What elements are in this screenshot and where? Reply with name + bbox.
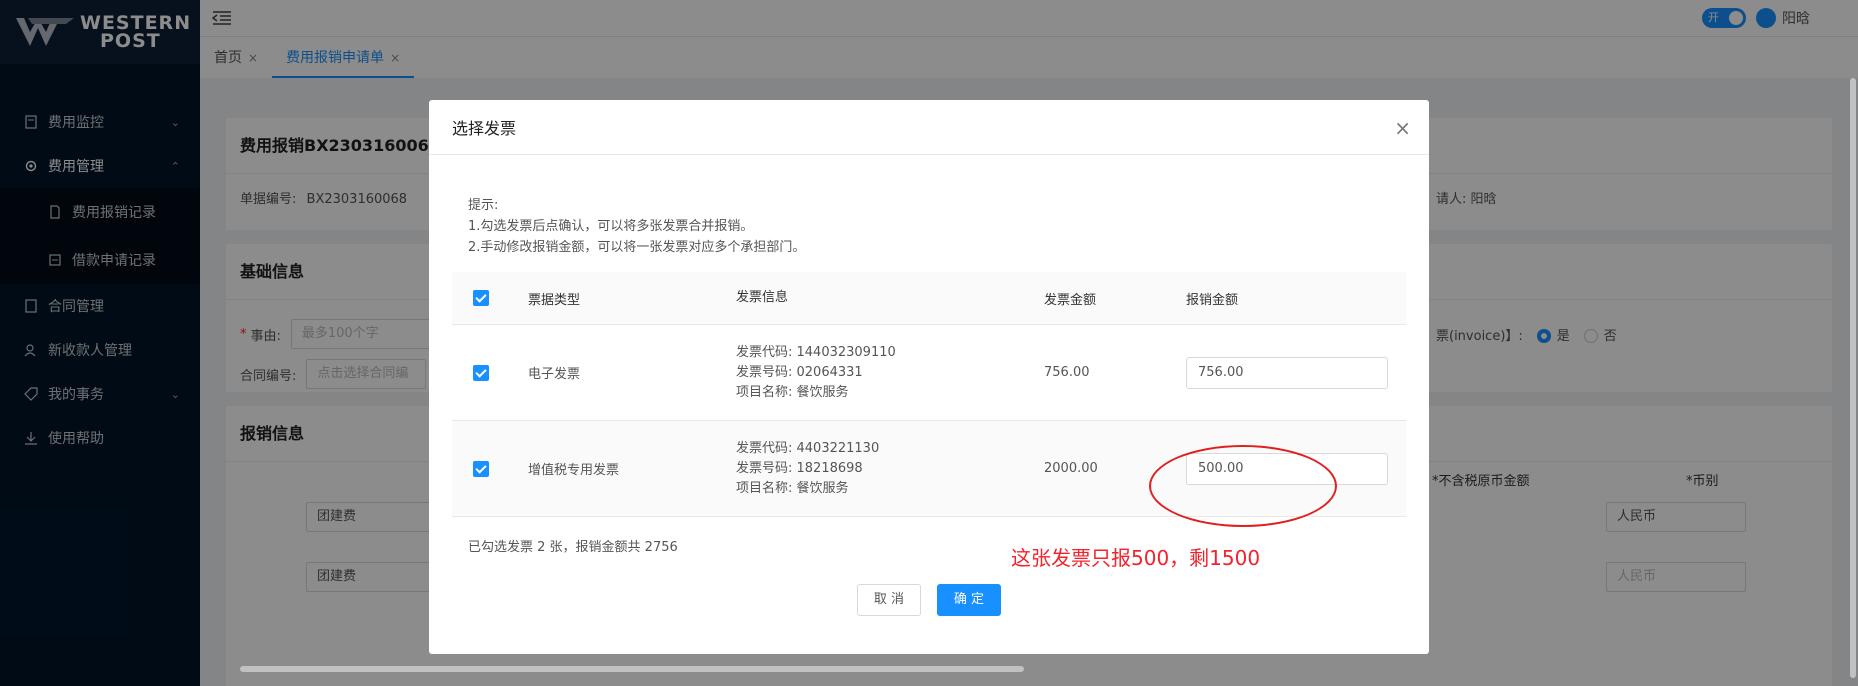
invoice-amount: 756.00 [1044,365,1090,380]
row-checkbox-cell [452,364,528,381]
tips: 提示: 1.勾选发票后点确认，可以将多张发票合并报销。 2.手动修改报销金额，可… [468,195,1429,258]
col-header-amount: 发票金额 [1044,292,1097,308]
invoice-item: 项目名称: 餐饮服务 [736,480,849,496]
invoice-type: 增值税专用发票 [528,463,620,478]
select-all-checkbox[interactable] [473,290,489,306]
table-row: 电子发票 发票代码: 144032309110 发票号码: 02064331 项… [452,325,1406,421]
confirm-button[interactable]: 确 定 [937,584,1001,616]
invoice-info: 发票代码: 144032309110 发票号码: 02064331 项目名称: … [736,343,1044,403]
annotation-ellipse [1149,445,1337,527]
row-checkbox[interactable] [473,364,489,381]
invoice-number: 发票号码: 18218698 [736,460,863,476]
row-checkbox-cell [452,460,528,477]
reimburse-amount-input[interactable]: 756.00 [1186,356,1388,389]
vertical-scrollbar[interactable] [1850,78,1856,678]
horizontal-scrollbar[interactable] [240,666,1024,672]
row-checkbox[interactable] [473,460,489,477]
modal-title: 选择发票 [452,119,517,138]
invoice-number: 发票号码: 02064331 [736,364,863,380]
col-header-reimburse: 报销金额 [1186,292,1239,308]
col-header-info: 发票信息 [736,290,789,305]
tip-line: 1.勾选发票后点确认，可以将多张发票合并报销。 [468,219,754,234]
col-header-type: 票据类型 [528,292,581,308]
select-invoice-modal: 选择发票 × 提示: 1.勾选发票后点确认，可以将多张发票合并报销。 2.手动修… [429,100,1429,654]
invoice-info: 发票代码: 4403221130 发票号码: 18218698 项目名称: 餐饮… [736,439,1044,499]
selection-summary: 已勾选发票 2 张，报销金额共 2756 [468,540,678,555]
header-checkbox-cell [452,290,528,306]
invoice-item: 项目名称: 餐饮服务 [736,384,849,400]
cancel-button[interactable]: 取 消 [857,584,921,616]
invoice-code: 发票代码: 4403221130 [736,440,880,456]
modal-header: 选择发票 [429,100,1429,155]
invoice-code: 发票代码: 144032309110 [736,344,896,360]
annotation-note: 这张发票只报500，剩1500 [1011,546,1261,570]
invoice-type: 电子发票 [528,367,581,382]
close-icon[interactable]: × [1394,116,1411,140]
reimburse-cell: 756.00 [1186,356,1406,389]
tip-line: 提示: [468,198,499,213]
table-header: 票据类型 发票信息 发票金额 报销金额 [452,272,1406,325]
tip-line: 2.手动修改报销金额，可以将一张发票对应多个承担部门。 [468,240,806,255]
